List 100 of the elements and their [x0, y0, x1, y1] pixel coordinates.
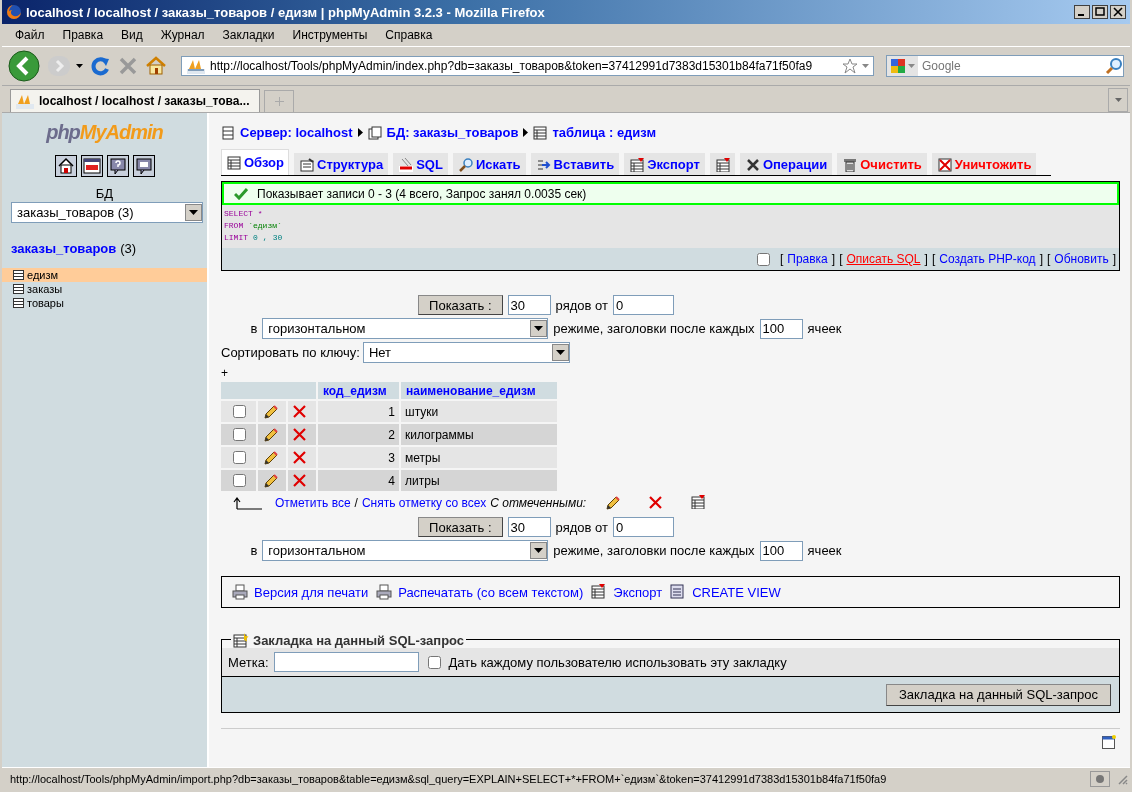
new-window-icon[interactable] — [1102, 735, 1116, 749]
delete-icon[interactable] — [292, 473, 307, 488]
print-link[interactable]: Распечатать (со всем текстом) — [398, 584, 584, 600]
menu-item[interactable]: Справка — [376, 28, 442, 42]
pencil-icon[interactable] — [604, 495, 621, 511]
start-field[interactable]: 0 — [612, 517, 674, 537]
table-cell: 4 — [318, 470, 399, 491]
minimize-icon[interactable] — [1074, 5, 1090, 19]
caret-icon — [908, 64, 915, 68]
export-icon — [630, 157, 645, 172]
breadcrumb-link[interactable]: Сервер: localhost — [240, 125, 353, 140]
table-link[interactable]: едизм — [2, 268, 207, 282]
url-field[interactable]: http://localhost/Tools/phpMyAdmin/index.php?db=заказы_товаров&token=37412991d7383d15301b84fa71f50fa9 — [181, 56, 874, 76]
tab[interactable]: Искать — [452, 153, 526, 175]
table-link[interactable]: заказы — [2, 282, 207, 296]
export-icon[interactable] — [691, 495, 706, 509]
rows-field[interactable]: 30 — [507, 295, 551, 315]
browser-tab[interactable]: localhost / localhost / заказы_това... — [10, 89, 260, 112]
bookmark-button[interactable]: Закладка на данный SQL-запрос — [885, 683, 1111, 706]
tab[interactable]: Обзор — [221, 149, 289, 175]
rows-field[interactable]: 30 — [507, 517, 551, 537]
table-icon — [13, 284, 24, 294]
start-field[interactable]: 0 — [612, 295, 674, 315]
delete-icon[interactable] — [648, 495, 664, 510]
help-icon[interactable] — [108, 157, 127, 175]
pencil-icon[interactable] — [262, 403, 278, 420]
menu-item[interactable]: Правка — [53, 28, 113, 42]
tab[interactable]: SQL — [393, 153, 448, 175]
star-icon[interactable] — [842, 58, 858, 74]
maximize-icon[interactable] — [1092, 5, 1108, 19]
show-button[interactable]: Показать : — [418, 295, 503, 315]
pencil-icon[interactable] — [262, 449, 278, 466]
database-select[interactable]: заказы_товаров (3) — [11, 202, 203, 223]
search-field[interactable]: Google — [886, 55, 1124, 77]
status-text: http://localhost/Tools/phpMyAdmin/import.php?db=заказы_товаров&table=едизм&sql_query=EXPLAIN+SELECT+*+FROM+`едизм`&token=37412991d7383d15301b84fa71f50fa9 — [10, 773, 888, 785]
menu-item[interactable]: Вид — [112, 28, 152, 42]
search-input[interactable]: Google — [918, 59, 1105, 73]
action-link[interactable]: Создать PHP-код — [939, 252, 1036, 266]
delete-icon[interactable] — [292, 427, 307, 442]
mode-select[interactable]: горизонтальном — [262, 318, 549, 339]
share-label: Дать каждому пользователю использовать эту закладку — [448, 654, 787, 670]
tab[interactable] — [709, 153, 735, 175]
with-selected-label: С отмеченными: — [490, 496, 587, 510]
sort-label: Сортировать по ключу: — [221, 345, 360, 360]
menu-item[interactable]: Закладки — [213, 28, 284, 42]
reload-icon[interactable] — [89, 55, 111, 77]
breadcrumb-link[interactable]: таблица : едизм — [552, 125, 657, 140]
back-icon[interactable] — [8, 50, 42, 82]
sql-icon[interactable] — [82, 157, 101, 175]
delete-icon[interactable] — [292, 450, 307, 465]
row-checkbox[interactable] — [232, 451, 246, 464]
mode-select[interactable]: горизонтальном — [262, 540, 549, 561]
bracket: [ — [931, 252, 936, 266]
close-icon[interactable] — [1110, 5, 1126, 19]
tab[interactable]: Вставить — [530, 153, 620, 175]
check-all-link[interactable]: Отметить все — [275, 496, 351, 510]
repeat-field[interactable]: 100 — [759, 318, 803, 339]
pencil-icon[interactable] — [262, 472, 278, 489]
print-link[interactable]: Экспорт — [613, 584, 663, 600]
database-link[interactable]: заказы_товаров — [11, 241, 117, 256]
pencil-icon[interactable] — [262, 426, 278, 443]
tab[interactable]: Экспорт — [624, 153, 705, 175]
search-engine-button[interactable] — [887, 56, 918, 76]
query-window-icon[interactable] — [134, 157, 153, 175]
print-link[interactable]: Версия для печати — [254, 584, 369, 600]
row-checkbox[interactable] — [232, 428, 246, 441]
window-title: localhost / localhost / заказы_товаров / едизм | phpMyAdmin 3.2.3 - Mozilla Firefox — [26, 4, 546, 20]
search-icon[interactable] — [1105, 57, 1123, 75]
caret-icon[interactable] — [76, 64, 83, 68]
tab[interactable]: Операции — [739, 153, 833, 175]
sort-select[interactable]: Нет — [362, 342, 570, 363]
checkbox[interactable] — [756, 252, 770, 266]
menu-item[interactable]: Журнал — [151, 28, 214, 42]
show-button[interactable]: Показать : — [418, 517, 503, 537]
breadcrumb-link[interactable]: БД: заказы_товаров — [386, 125, 519, 140]
share-checkbox[interactable] — [427, 655, 441, 669]
print-link[interactable]: CREATE VIEW — [692, 584, 781, 600]
label-field[interactable] — [273, 652, 419, 672]
row-checkbox[interactable] — [232, 405, 246, 418]
triangle-icon — [523, 128, 529, 137]
logo[interactable]: phpMyAdmin — [46, 121, 163, 144]
menu-item[interactable]: Инструменты — [283, 28, 377, 42]
menu-item[interactable]: Файл — [6, 28, 54, 42]
expand-toggle[interactable]: + — [221, 366, 1120, 380]
repeat-field[interactable]: 100 — [759, 540, 803, 561]
bracket: ] — [831, 252, 836, 266]
pma-icon — [15, 93, 35, 109]
action-link[interactable]: Обновить — [1054, 252, 1109, 266]
export-icon — [591, 584, 608, 600]
delete-icon[interactable] — [292, 404, 307, 419]
home-icon[interactable] — [56, 157, 75, 175]
row-checkbox[interactable] — [232, 474, 246, 487]
bracket: [ — [779, 252, 784, 266]
uncheck-all-link[interactable]: Снять отметку со всех — [361, 496, 487, 510]
table-link[interactable]: товары — [2, 296, 207, 310]
pma-icon — [186, 58, 206, 74]
tab[interactable]: Структура — [294, 153, 389, 175]
action-link[interactable]: Правка — [787, 252, 828, 266]
bracket: [ — [1046, 252, 1051, 266]
insert-icon — [536, 157, 551, 172]
